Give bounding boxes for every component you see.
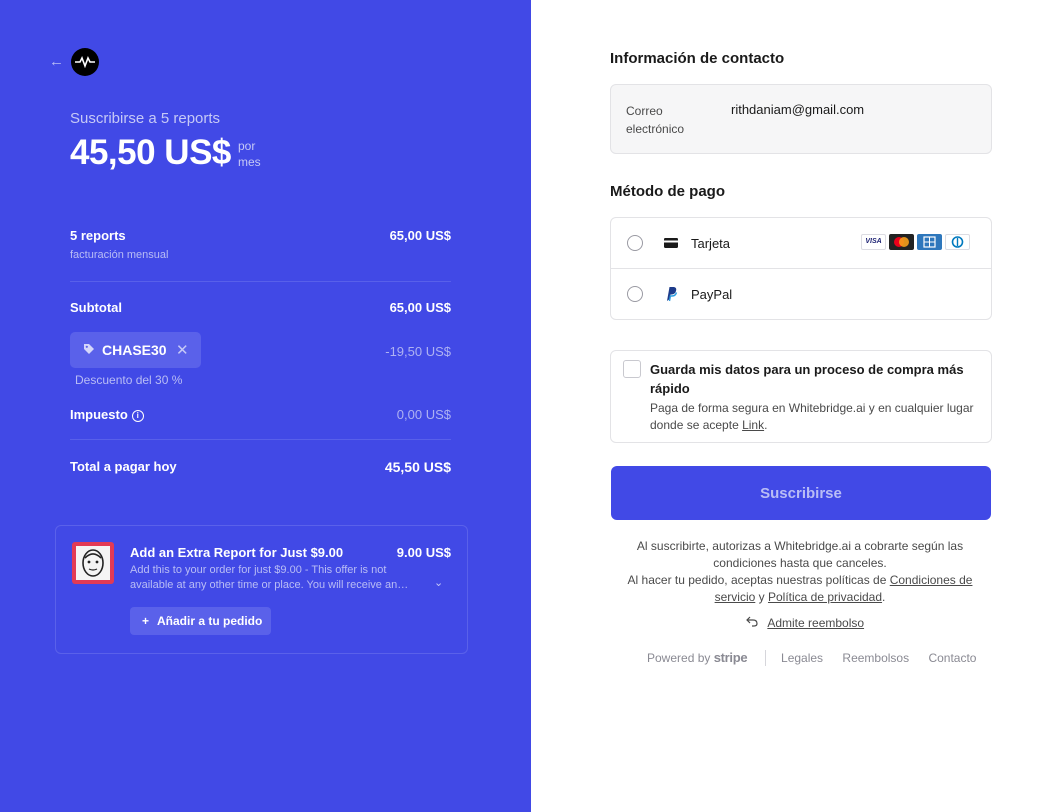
diners-icon xyxy=(945,234,970,250)
upsell-card: Add an Extra Report for Just $9.00 9.00 … xyxy=(55,525,468,654)
terms-text: Al suscribirte, autorizas a Whitebridge.… xyxy=(610,538,990,606)
email-label: Correo electrónico xyxy=(626,104,685,136)
contact-email-field[interactable]: Correo electrónico rithdaniam@gmail.com xyxy=(610,84,992,154)
subtotal-label: Subtotal xyxy=(70,300,122,315)
discount-note: Descuento del 30 % xyxy=(75,373,183,387)
brand-logo-icon[interactable] xyxy=(71,48,99,76)
card-radio[interactable] xyxy=(627,235,643,251)
save-info-checkbox[interactable] xyxy=(623,360,641,378)
face-sketch-icon xyxy=(82,549,104,577)
terms-end: . xyxy=(882,590,886,604)
subscription-title: Suscribirse a 5 reports xyxy=(70,110,221,127)
price-period: por mes xyxy=(238,139,261,169)
payment-method-list: Tarjeta VISA PayPal xyxy=(610,217,992,320)
terms-text-part: Al hacer tu pedido, aceptas nuestras pol… xyxy=(627,573,890,587)
total-label: Total a pagar hoy xyxy=(70,459,177,474)
discount-row: -19,50 US$ xyxy=(70,344,451,364)
save-info-box: Guarda mis datos para un proceso de comp… xyxy=(610,350,992,443)
tax-label: Impuesto i xyxy=(70,407,144,422)
divider xyxy=(70,439,451,440)
paypal-icon xyxy=(667,287,678,302)
card-brands: VISA xyxy=(861,234,970,250)
upsell-title: Add an Extra Report for Just $9.00 xyxy=(130,545,344,560)
add-to-order-button[interactable]: + Añadir a tu pedido xyxy=(130,607,271,635)
tax-row: Impuesto i 0,00 US$ xyxy=(70,407,451,427)
total-value: 45,50 US$ xyxy=(384,459,451,475)
discount-value: -19,50 US$ xyxy=(385,344,451,359)
line-item: 5 reports 65,00 US$ xyxy=(70,228,451,268)
link-link[interactable]: Link xyxy=(742,418,764,432)
paypal-label: PayPal xyxy=(691,287,733,302)
footer-link-legal[interactable]: Legales xyxy=(781,651,823,665)
payment-option-card[interactable]: Tarjeta VISA xyxy=(611,218,991,268)
refund-link[interactable]: Admite reembolso xyxy=(746,616,864,630)
refund-label: Admite reembolso xyxy=(767,616,865,630)
line-item-billing: facturación mensual xyxy=(70,249,169,261)
contact-section-title: Información de contacto xyxy=(610,50,785,67)
price-amount: 45,50 US$ xyxy=(70,133,231,172)
order-summary-panel: ← Suscribirse a 5 reports 45,50 US$ por … xyxy=(0,0,531,812)
plus-icon: + xyxy=(142,614,150,628)
subtotal-row: Subtotal 65,00 US$ xyxy=(70,300,451,320)
payment-option-paypal[interactable]: PayPal xyxy=(611,269,991,319)
upsell-description: Add this to your order for just $9.00 - … xyxy=(130,564,409,591)
footer: Powered by stripe Legales Reembolsos Con… xyxy=(647,650,992,666)
line-item-name: 5 reports xyxy=(70,228,126,243)
powered-by-text: Powered by xyxy=(647,651,711,665)
upsell-thumbnail xyxy=(72,542,114,584)
card-label: Tarjeta xyxy=(691,236,731,251)
stripe-logo[interactable]: stripe xyxy=(714,650,748,665)
terms-line-1: Al suscribirte, autorizas a Whitebridge.… xyxy=(636,539,964,570)
back-arrow-icon[interactable]: ← xyxy=(49,54,65,70)
save-info-text: Paga de forma segura en Whitebridge.ai y… xyxy=(650,401,974,432)
add-to-order-label: Añadir a tu pedido xyxy=(157,614,263,628)
upsell-price: 9.00 US$ xyxy=(396,545,451,560)
chevron-down-icon[interactable]: ⌄ xyxy=(434,576,443,589)
tax-value: 0,00 US$ xyxy=(396,407,451,422)
email-value: rithdaniam@gmail.com xyxy=(731,102,865,117)
divider xyxy=(70,281,451,282)
footer-link-refunds[interactable]: Reembolsos xyxy=(842,651,909,665)
save-info-title: Guarda mis datos para un proceso de comp… xyxy=(650,362,964,396)
save-info-description: Paga de forma segura en Whitebridge.ai y… xyxy=(650,400,980,434)
total-row: Total a pagar hoy 45,50 US$ xyxy=(70,459,451,479)
terms-line-2: Al hacer tu pedido, aceptas nuestras pol… xyxy=(610,572,990,606)
visa-icon: VISA xyxy=(861,234,886,250)
subtotal-value: 65,00 US$ xyxy=(389,300,451,315)
payment-panel: Información de contacto Correo electróni… xyxy=(531,0,1061,812)
tax-label-text: Impuesto xyxy=(70,407,128,422)
privacy-policy-link[interactable]: Política de privacidad xyxy=(768,590,882,604)
terms-and: y xyxy=(755,590,768,604)
footer-link-contact[interactable]: Contacto xyxy=(928,651,976,665)
paypal-radio[interactable] xyxy=(627,286,643,302)
line-item-amount: 65,00 US$ xyxy=(389,228,451,243)
undo-arrow-icon xyxy=(746,616,758,627)
subscribe-button[interactable]: Suscribirse xyxy=(611,466,991,520)
save-info-end: . xyxy=(764,418,768,432)
payment-section-title: Método de pago xyxy=(610,183,725,200)
divider xyxy=(764,650,766,666)
credit-card-icon xyxy=(664,238,678,248)
amex-icon xyxy=(917,234,942,250)
info-icon[interactable]: i xyxy=(131,410,144,422)
mastercard-icon xyxy=(889,234,914,250)
